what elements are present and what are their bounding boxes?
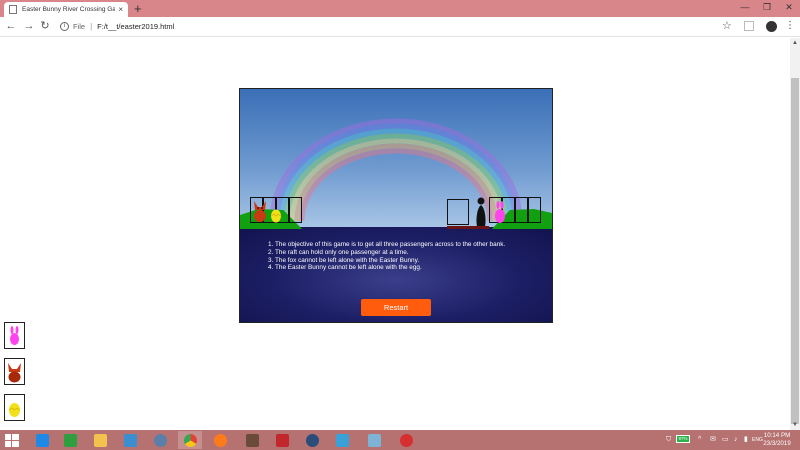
taskbar-network-icon[interactable]	[148, 431, 172, 449]
back-button[interactable]: ←	[4, 19, 18, 33]
window-controls: — ❐ ✕	[734, 0, 800, 14]
tray-shield-icon[interactable]: ⛉	[666, 433, 671, 447]
instruction-item: 1. The objective of this game is to get …	[268, 241, 506, 248]
monitor-icon	[123, 433, 137, 447]
taskbar: ⛉ 97% ^ ✉ ▭ ♪ ▮ ENG 10:14 PM 23/3/2019	[0, 430, 800, 450]
instructions-list: 1. The objective of this game is to get …	[268, 241, 548, 272]
instruction-item: 3. The fox cannot be left alone with the…	[268, 256, 420, 264]
forward-button[interactable]: →	[22, 19, 36, 33]
taskbar-steam-icon[interactable]	[300, 431, 324, 449]
clock-date: 23/3/2019	[763, 440, 791, 447]
taskbar-store-icon[interactable]	[58, 431, 82, 449]
taskbar-chrome-icon[interactable]	[178, 431, 202, 449]
maximize-button[interactable]: ❐	[756, 0, 778, 14]
store-icon	[63, 433, 77, 447]
taskbar-files-icon[interactable]	[362, 431, 386, 449]
fox-piece[interactable]	[252, 199, 268, 223]
scroll-down-arrow-icon[interactable]: ▼	[790, 420, 800, 430]
page-icon	[9, 5, 17, 14]
steam-icon	[305, 433, 319, 447]
sidebar-bunny-box[interactable]	[4, 322, 25, 349]
folder-icon	[93, 433, 107, 447]
sidebar-fox-box[interactable]	[4, 358, 25, 385]
tab-title: Easter Bunny River Crossing Gam	[22, 6, 116, 13]
extension-icon[interactable]	[744, 21, 754, 31]
taskbar-app-icon[interactable]	[394, 431, 418, 449]
bunny-icon	[10, 326, 19, 345]
app-icon	[399, 433, 413, 447]
browser-tab[interactable]: Easter Bunny River Crossing Gam ×	[4, 2, 128, 17]
ferryman-piece[interactable]	[475, 197, 487, 227]
clock-time: 10:14 PM	[763, 432, 791, 439]
feather-icon	[335, 433, 349, 447]
sidebar-egg-box[interactable]	[4, 394, 25, 421]
ie-icon	[35, 433, 49, 447]
info-icon[interactable]: i	[60, 22, 69, 31]
taskbar-ie-icon[interactable]	[30, 431, 54, 449]
profile-icon[interactable]	[766, 21, 777, 32]
scroll-up-arrow-icon[interactable]: ▲	[790, 38, 800, 48]
taskbar-video-icon[interactable]	[240, 431, 264, 449]
taskbar-notepad-icon[interactable]	[330, 431, 354, 449]
left-cage[interactable]	[289, 197, 302, 223]
right-cage[interactable]	[515, 197, 528, 223]
tray-battery-icon[interactable]: ▮	[744, 433, 748, 447]
taskbar-firefox-icon[interactable]	[208, 431, 232, 449]
egg-piece[interactable]	[270, 207, 282, 223]
scrollbar-thumb[interactable]	[791, 78, 799, 424]
new-tab-button[interactable]: +	[134, 1, 142, 16]
chrome-icon	[183, 433, 197, 447]
tab-bar: Easter Bunny River Crossing Gam × + — ❐ …	[0, 0, 800, 17]
close-window-button[interactable]: ✕	[778, 0, 800, 14]
taskbar-clock[interactable]: 10:14 PM 23/3/2019	[758, 432, 796, 448]
tab-close-icon[interactable]: ×	[118, 5, 123, 14]
tray-display-icon[interactable]: ▭	[722, 433, 729, 447]
tray-mail-icon[interactable]: ✉	[710, 433, 716, 447]
tray-up-icon[interactable]: ^	[698, 433, 701, 447]
restart-button[interactable]: Restart	[361, 299, 431, 316]
page-scrollbar[interactable]: ▲ ▼	[790, 38, 800, 430]
bunny-piece[interactable]	[494, 201, 506, 223]
browser-toolbar: ← → ↻ i File | F:/t__t/easter2019.html ☆…	[0, 17, 800, 37]
egg-icon	[9, 403, 20, 417]
fox-icon	[8, 363, 21, 383]
url-separator: |	[90, 22, 93, 31]
url-text[interactable]: F:/t__t/easter2019.html	[97, 22, 174, 31]
minimize-button[interactable]: —	[734, 0, 756, 14]
menu-icon[interactable]: ⋮	[785, 19, 795, 33]
address-bar[interactable]: i File | F:/t__t/easter2019.html	[56, 19, 740, 34]
globe-icon	[153, 433, 167, 447]
taskbar-explorer-icon[interactable]	[88, 431, 112, 449]
game-canvas: 1. The objective of this game is to get …	[239, 88, 553, 323]
bookmark-star-icon[interactable]: ☆	[722, 19, 732, 33]
taskbar-pc-icon[interactable]	[118, 431, 142, 449]
tray-volume-icon[interactable]: ♪	[734, 433, 738, 447]
windows-start-icon[interactable]	[5, 434, 19, 447]
firefox-icon	[213, 433, 227, 447]
right-cage[interactable]	[528, 197, 541, 223]
scheme-label: File	[73, 22, 86, 31]
instruction-item: 2. The raft can hold only one passenger …	[268, 248, 409, 256]
files-icon	[367, 433, 381, 447]
battery-indicator[interactable]: 97%	[676, 435, 690, 443]
taskbar-filezilla-icon[interactable]	[270, 431, 294, 449]
instruction-item: 4. The Easter Bunny cannot be left alone…	[268, 264, 422, 272]
raft-cage[interactable]	[447, 199, 469, 225]
reload-button[interactable]: ↻	[38, 19, 52, 33]
video-icon	[245, 433, 259, 447]
filezilla-icon	[275, 433, 289, 447]
